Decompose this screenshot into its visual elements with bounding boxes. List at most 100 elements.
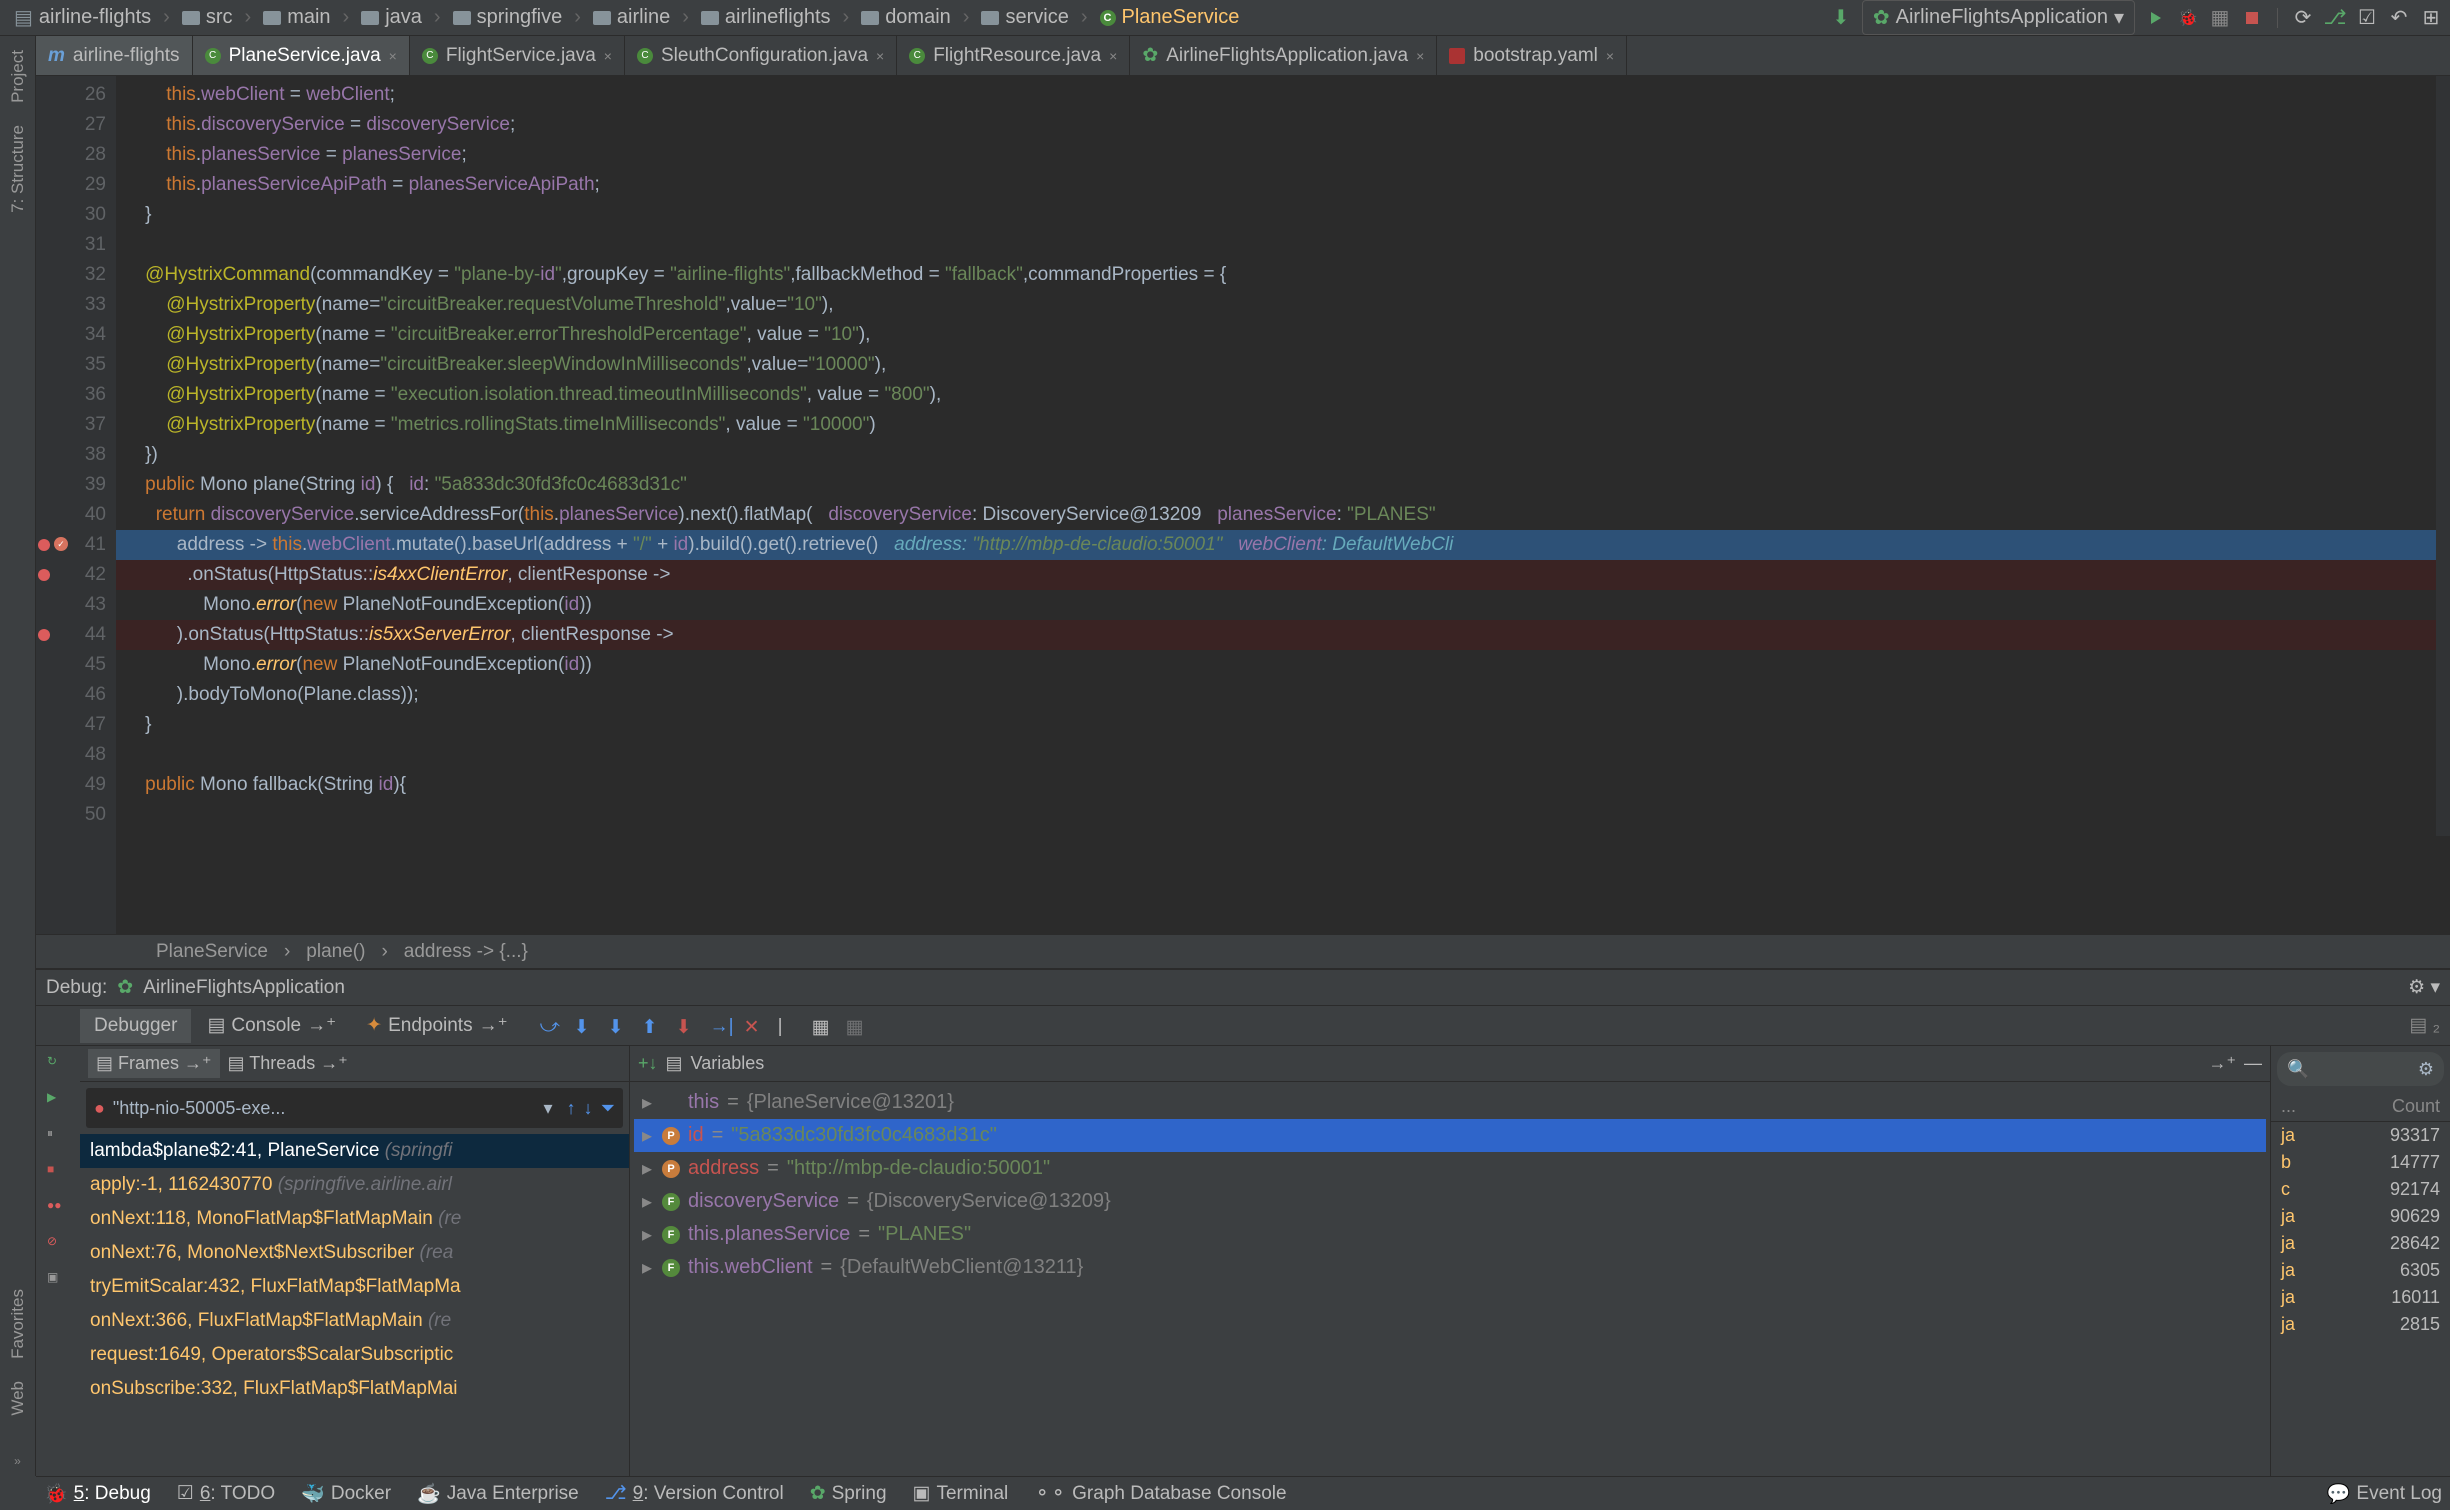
- breadcrumb-pkg4[interactable]: domain: [855, 6, 957, 29]
- run-to-cursor-icon[interactable]: →|: [710, 1016, 730, 1036]
- breadcrumb-src[interactable]: src: [176, 6, 239, 29]
- debugger-tab[interactable]: Debugger: [80, 1009, 191, 1043]
- force-step-into-icon[interactable]: ⬇: [608, 1016, 628, 1036]
- trace-icon[interactable]: |→: [778, 1016, 798, 1036]
- editor[interactable]: 26272829303132333435363738394041✓4243444…: [36, 76, 2450, 934]
- mute-bp-icon[interactable]: ⊘: [47, 1234, 69, 1256]
- memory-row[interactable]: ja2815: [2271, 1311, 2450, 1338]
- breadcrumb-main[interactable]: main: [257, 6, 336, 29]
- drop-frame-icon[interactable]: ⬇: [676, 1016, 696, 1036]
- step-into-icon[interactable]: ⬇: [574, 1016, 594, 1036]
- rerun-icon[interactable]: ↻: [47, 1054, 69, 1076]
- tab-sleuth[interactable]: CSleuthConfiguration.java×: [625, 36, 897, 75]
- frame-row[interactable]: request:1649, Operators$ScalarSubscripti…: [80, 1338, 629, 1372]
- tool-terminal[interactable]: ▣Terminal: [913, 1482, 1009, 1505]
- memory-row[interactable]: ja16011: [2271, 1284, 2450, 1311]
- layout-icon[interactable]: ▣: [47, 1270, 69, 1292]
- stop-button[interactable]: [2241, 7, 2263, 29]
- close-icon[interactable]: ×: [1416, 48, 1424, 64]
- tab-flightresource[interactable]: CFlightResource.java×: [897, 36, 1130, 75]
- variable-row[interactable]: ▸Fthis.planesService = "PLANES": [634, 1218, 2266, 1251]
- memory-row[interactable]: b14777: [2271, 1149, 2450, 1176]
- tool-debug[interactable]: 🐞5: Debug: [44, 1482, 151, 1506]
- favorites-tool[interactable]: Favorites: [8, 1281, 28, 1367]
- step-out-icon[interactable]: ⬆: [642, 1016, 662, 1036]
- build-icon[interactable]: ⬇: [1830, 7, 1852, 29]
- step-over-icon[interactable]: ⤻: [540, 1016, 560, 1036]
- frame-row[interactable]: lambda$plane$2:41, PlaneService (springf…: [80, 1134, 629, 1168]
- pause-icon[interactable]: ⏸: [47, 1126, 69, 1148]
- crumb[interactable]: PlaneService: [156, 941, 268, 963]
- variable-row[interactable]: ▸FdiscoveryService = {DiscoveryService@1…: [634, 1185, 2266, 1218]
- collapse-icon[interactable]: »: [6, 1446, 29, 1476]
- structure-tool[interactable]: 7: Structure: [8, 117, 28, 221]
- breadcrumb-pkg3[interactable]: airlineflights: [695, 6, 837, 29]
- collapse-icon[interactable]: →⁺: [2208, 1053, 2236, 1074]
- view-bp-icon[interactable]: ●●: [47, 1198, 69, 1220]
- breadcrumb-class[interactable]: CPlaneService: [1094, 6, 1246, 29]
- frame-row[interactable]: onNext:118, MonoFlatMap$FlatMapMain (re: [80, 1202, 629, 1236]
- tab-planeservice[interactable]: CPlaneService.java×: [193, 36, 410, 75]
- gear-icon[interactable]: ⚙: [2418, 1059, 2434, 1080]
- frame-row[interactable]: onSubscribe:332, FluxFlatMap$FlatMapMai: [80, 1372, 629, 1406]
- more-icon[interactable]: ▦: [846, 1016, 866, 1036]
- tab-flightservice[interactable]: CFlightService.java×: [410, 36, 625, 75]
- close-icon[interactable]: ×: [1606, 48, 1614, 64]
- console-tab[interactable]: ▤Console→⁺: [193, 1008, 350, 1043]
- memory-row[interactable]: ja6305: [2271, 1257, 2450, 1284]
- code-area[interactable]: this.webClient = webClient; this.discove…: [116, 76, 2450, 934]
- breadcrumb-root[interactable]: ▤ airline-flights: [8, 5, 157, 30]
- frame-row[interactable]: onNext:76, MonoNext$NextSubscriber (rea: [80, 1236, 629, 1270]
- close-icon[interactable]: ×: [876, 48, 884, 64]
- tool-spring[interactable]: ✿Spring: [810, 1482, 887, 1505]
- history-button[interactable]: ↶: [2388, 7, 2410, 29]
- run-button[interactable]: [2145, 7, 2167, 29]
- layout-icon[interactable]: ▤ ₂: [2409, 1014, 2450, 1037]
- prev-frame-icon[interactable]: ↑: [567, 1098, 576, 1119]
- debug-button[interactable]: 🐞: [2177, 7, 2199, 29]
- stop-icon[interactable]: ■: [47, 1162, 69, 1184]
- tool-todo[interactable]: ☑6: TODO: [177, 1482, 275, 1505]
- breadcrumb-pkg2[interactable]: airline: [587, 6, 676, 29]
- commit-button[interactable]: ☑: [2356, 7, 2378, 29]
- resume-icon[interactable]: ▶: [47, 1090, 69, 1112]
- threads-tab[interactable]: ▤ Threads →⁺: [228, 1053, 348, 1074]
- minimap[interactable]: [2436, 76, 2450, 836]
- add-watch-icon[interactable]: +↓: [638, 1053, 658, 1074]
- tab-project[interactable]: mairline-flights: [36, 36, 193, 75]
- memory-search[interactable]: 🔍 ⚙: [2277, 1052, 2444, 1086]
- crumb[interactable]: plane(): [306, 941, 365, 963]
- run-config-selector[interactable]: ✿ AirlineFlightsApplication ▾: [1862, 0, 2135, 35]
- calc-icon[interactable]: ▦: [812, 1016, 832, 1036]
- hide-icon[interactable]: —: [2244, 1053, 2262, 1074]
- variable-row[interactable]: ▸Pid = "5a833dc30fd3fc0c4683d31c": [634, 1119, 2266, 1152]
- variable-row[interactable]: ▸this = {PlaneService@13201}: [634, 1086, 2266, 1119]
- more-button[interactable]: ⊞: [2420, 7, 2442, 29]
- variable-row[interactable]: ▸Paddress = "http://mbp-de-claudio:50001…: [634, 1152, 2266, 1185]
- tool-docker[interactable]: 🐳Docker: [301, 1482, 391, 1506]
- breadcrumb-pkg5[interactable]: service: [975, 6, 1074, 29]
- gear-icon[interactable]: ⚙ ▾: [2408, 976, 2440, 999]
- tool-vcs[interactable]: ⎇9: Version Control: [605, 1482, 784, 1505]
- close-icon[interactable]: ×: [389, 48, 397, 64]
- memory-row[interactable]: ja28642: [2271, 1230, 2450, 1257]
- close-icon[interactable]: ×: [604, 48, 612, 64]
- evaluate-icon[interactable]: ✕: [744, 1016, 764, 1036]
- close-icon[interactable]: ×: [1109, 48, 1117, 64]
- frame-row[interactable]: tryEmitScalar:432, FluxFlatMap$FlatMapMa: [80, 1270, 629, 1304]
- update-button[interactable]: ⟳: [2292, 7, 2314, 29]
- coverage-button[interactable]: ▦: [2209, 7, 2231, 29]
- memory-row[interactable]: c92174: [2271, 1176, 2450, 1203]
- tab-bootstrap[interactable]: bootstrap.yaml×: [1437, 36, 1627, 75]
- tool-graph-db[interactable]: ⚬⚬Graph Database Console: [1034, 1482, 1286, 1505]
- memory-row[interactable]: ja93317: [2271, 1122, 2450, 1149]
- frame-row[interactable]: onNext:366, FluxFlatMap$FlatMapMain (re: [80, 1304, 629, 1338]
- gutter[interactable]: 26272829303132333435363738394041✓4243444…: [36, 76, 116, 934]
- frame-row[interactable]: apply:-1, 1162430770 (springfive.airline…: [80, 1168, 629, 1202]
- crumb[interactable]: address -> {...}: [404, 941, 528, 963]
- project-tool[interactable]: Project: [8, 42, 28, 111]
- variable-row[interactable]: ▸Fthis.webClient = {DefaultWebClient@132…: [634, 1251, 2266, 1284]
- memory-row[interactable]: ja90629: [2271, 1203, 2450, 1230]
- frames-tab[interactable]: ▤ Frames →⁺: [88, 1049, 220, 1078]
- event-log[interactable]: 💬Event Log: [2327, 1482, 2442, 1506]
